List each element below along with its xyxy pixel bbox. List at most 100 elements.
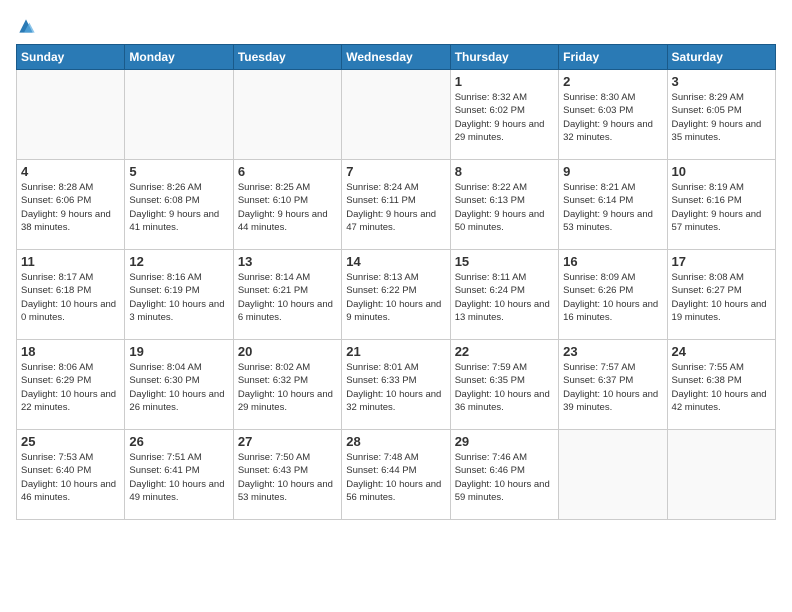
- calendar-cell: [667, 430, 775, 520]
- day-info: Sunrise: 7:48 AM Sunset: 6:44 PM Dayligh…: [346, 451, 445, 504]
- calendar-cell: 19 Sunrise: 8:04 AM Sunset: 6:30 PM Dayli…: [125, 340, 233, 430]
- calendar-cell: 13 Sunrise: 8:14 AM Sunset: 6:21 PM Dayli…: [233, 250, 341, 340]
- calendar-cell: 5 Sunrise: 8:26 AM Sunset: 6:08 PM Daylig…: [125, 160, 233, 250]
- calendar-cell: 9 Sunrise: 8:21 AM Sunset: 6:14 PM Daylig…: [559, 160, 667, 250]
- day-info: Sunrise: 8:11 AM Sunset: 6:24 PM Dayligh…: [455, 271, 554, 324]
- weekday-header: Friday: [559, 45, 667, 70]
- day-number: 29: [455, 434, 554, 449]
- day-info: Sunrise: 8:28 AM Sunset: 6:06 PM Dayligh…: [21, 181, 120, 234]
- calendar-cell: 28 Sunrise: 7:48 AM Sunset: 6:44 PM Dayli…: [342, 430, 450, 520]
- calendar-cell: 26 Sunrise: 7:51 AM Sunset: 6:41 PM Dayli…: [125, 430, 233, 520]
- day-info: Sunrise: 8:26 AM Sunset: 6:08 PM Dayligh…: [129, 181, 228, 234]
- calendar-cell: 23 Sunrise: 7:57 AM Sunset: 6:37 PM Dayli…: [559, 340, 667, 430]
- day-number: 5: [129, 164, 228, 179]
- day-info: Sunrise: 8:32 AM Sunset: 6:02 PM Dayligh…: [455, 91, 554, 144]
- weekday-header: Tuesday: [233, 45, 341, 70]
- weekday-header: Sunday: [17, 45, 125, 70]
- calendar-cell: 15 Sunrise: 8:11 AM Sunset: 6:24 PM Dayli…: [450, 250, 558, 340]
- calendar-cell: [17, 70, 125, 160]
- day-number: 10: [672, 164, 771, 179]
- calendar-cell: [125, 70, 233, 160]
- day-info: Sunrise: 8:19 AM Sunset: 6:16 PM Dayligh…: [672, 181, 771, 234]
- calendar-cell: 7Sunrise: 8:24 AM Sunset: 6:11 PM Daylig…: [342, 160, 450, 250]
- calendar-cell: 25 Sunrise: 7:53 AM Sunset: 6:40 PM Dayli…: [17, 430, 125, 520]
- day-info: Sunrise: 8:25 AM Sunset: 6:10 PM Dayligh…: [238, 181, 337, 234]
- day-info: Sunrise: 8:13 AM Sunset: 6:22 PM Dayligh…: [346, 271, 445, 324]
- day-info: Sunrise: 8:16 AM Sunset: 6:19 PM Dayligh…: [129, 271, 228, 324]
- day-info: Sunrise: 7:57 AM Sunset: 6:37 PM Dayligh…: [563, 361, 662, 414]
- calendar-cell: 18 Sunrise: 8:06 AM Sunset: 6:29 PM Dayli…: [17, 340, 125, 430]
- day-info: Sunrise: 8:08 AM Sunset: 6:27 PM Dayligh…: [672, 271, 771, 324]
- calendar-cell: 6 Sunrise: 8:25 AM Sunset: 6:10 PM Daylig…: [233, 160, 341, 250]
- day-info: Sunrise: 8:22 AM Sunset: 6:13 PM Dayligh…: [455, 181, 554, 234]
- calendar-cell: 20 Sunrise: 8:02 AM Sunset: 6:32 PM Dayli…: [233, 340, 341, 430]
- calendar-cell: 8 Sunrise: 8:22 AM Sunset: 6:13 PM Daylig…: [450, 160, 558, 250]
- weekday-header: Wednesday: [342, 45, 450, 70]
- calendar-cell: 21 Sunrise: 8:01 AM Sunset: 6:33 PM Dayli…: [342, 340, 450, 430]
- calendar-week: 4Sunrise: 8:28 AM Sunset: 6:06 PM Daylig…: [17, 160, 776, 250]
- day-number: 23: [563, 344, 662, 359]
- day-number: 19: [129, 344, 228, 359]
- calendar-cell: [342, 70, 450, 160]
- day-number: 24: [672, 344, 771, 359]
- day-number: 22: [455, 344, 554, 359]
- calendar-cell: 22 Sunrise: 7:59 AM Sunset: 6:35 PM Dayli…: [450, 340, 558, 430]
- day-number: 12: [129, 254, 228, 269]
- day-number: 25: [21, 434, 120, 449]
- day-number: 20: [238, 344, 337, 359]
- weekday-header: Saturday: [667, 45, 775, 70]
- calendar-week: 1Sunrise: 8:32 AM Sunset: 6:02 PM Daylig…: [17, 70, 776, 160]
- calendar-cell: 3 Sunrise: 8:29 AM Sunset: 6:05 PM Daylig…: [667, 70, 775, 160]
- calendar-cell: 1Sunrise: 8:32 AM Sunset: 6:02 PM Daylig…: [450, 70, 558, 160]
- day-info: Sunrise: 7:51 AM Sunset: 6:41 PM Dayligh…: [129, 451, 228, 504]
- day-number: 9: [563, 164, 662, 179]
- day-number: 21: [346, 344, 445, 359]
- calendar-week: 18 Sunrise: 8:06 AM Sunset: 6:29 PM Dayli…: [17, 340, 776, 430]
- day-number: 18: [21, 344, 120, 359]
- day-number: 17: [672, 254, 771, 269]
- day-number: 8: [455, 164, 554, 179]
- day-info: Sunrise: 8:29 AM Sunset: 6:05 PM Dayligh…: [672, 91, 771, 144]
- calendar-cell: 2Sunrise: 8:30 AM Sunset: 6:03 PM Daylig…: [559, 70, 667, 160]
- calendar-table: SundayMondayTuesdayWednesdayThursdayFrid…: [16, 44, 776, 520]
- calendar-cell: 27 Sunrise: 7:50 AM Sunset: 6:43 PM Dayli…: [233, 430, 341, 520]
- day-info: Sunrise: 8:04 AM Sunset: 6:30 PM Dayligh…: [129, 361, 228, 414]
- calendar-cell: [233, 70, 341, 160]
- calendar-cell: 29Sunrise: 7:46 AM Sunset: 6:46 PM Dayli…: [450, 430, 558, 520]
- calendar-cell: 24 Sunrise: 7:55 AM Sunset: 6:38 PM Dayli…: [667, 340, 775, 430]
- calendar-cell: 4Sunrise: 8:28 AM Sunset: 6:06 PM Daylig…: [17, 160, 125, 250]
- calendar-header: SundayMondayTuesdayWednesdayThursdayFrid…: [17, 45, 776, 70]
- day-number: 28: [346, 434, 445, 449]
- day-info: Sunrise: 7:50 AM Sunset: 6:43 PM Dayligh…: [238, 451, 337, 504]
- calendar-cell: 16 Sunrise: 8:09 AM Sunset: 6:26 PM Dayli…: [559, 250, 667, 340]
- day-number: 14: [346, 254, 445, 269]
- calendar-cell: 11 Sunrise: 8:17 AM Sunset: 6:18 PM Dayli…: [17, 250, 125, 340]
- day-number: 6: [238, 164, 337, 179]
- day-info: Sunrise: 8:01 AM Sunset: 6:33 PM Dayligh…: [346, 361, 445, 414]
- calendar-cell: 12 Sunrise: 8:16 AM Sunset: 6:19 PM Dayli…: [125, 250, 233, 340]
- day-info: Sunrise: 7:53 AM Sunset: 6:40 PM Dayligh…: [21, 451, 120, 504]
- logo: [16, 16, 40, 36]
- calendar-cell: [559, 430, 667, 520]
- weekday-header: Thursday: [450, 45, 558, 70]
- day-info: Sunrise: 7:59 AM Sunset: 6:35 PM Dayligh…: [455, 361, 554, 414]
- day-info: Sunrise: 8:09 AM Sunset: 6:26 PM Dayligh…: [563, 271, 662, 324]
- calendar-cell: 14 Sunrise: 8:13 AM Sunset: 6:22 PM Dayli…: [342, 250, 450, 340]
- day-number: 15: [455, 254, 554, 269]
- calendar-cell: 10 Sunrise: 8:19 AM Sunset: 6:16 PM Dayli…: [667, 160, 775, 250]
- day-info: Sunrise: 7:55 AM Sunset: 6:38 PM Dayligh…: [672, 361, 771, 414]
- day-info: Sunrise: 8:14 AM Sunset: 6:21 PM Dayligh…: [238, 271, 337, 324]
- day-info: Sunrise: 8:06 AM Sunset: 6:29 PM Dayligh…: [21, 361, 120, 414]
- day-info: Sunrise: 8:17 AM Sunset: 6:18 PM Dayligh…: [21, 271, 120, 324]
- calendar-week: 11 Sunrise: 8:17 AM Sunset: 6:18 PM Dayli…: [17, 250, 776, 340]
- day-number: 26: [129, 434, 228, 449]
- day-number: 13: [238, 254, 337, 269]
- day-info: Sunrise: 8:30 AM Sunset: 6:03 PM Dayligh…: [563, 91, 662, 144]
- day-info: Sunrise: 8:02 AM Sunset: 6:32 PM Dayligh…: [238, 361, 337, 414]
- day-info: Sunrise: 8:21 AM Sunset: 6:14 PM Dayligh…: [563, 181, 662, 234]
- day-number: 16: [563, 254, 662, 269]
- day-number: 3: [672, 74, 771, 89]
- calendar-cell: 17 Sunrise: 8:08 AM Sunset: 6:27 PM Dayli…: [667, 250, 775, 340]
- day-number: 27: [238, 434, 337, 449]
- day-number: 11: [21, 254, 120, 269]
